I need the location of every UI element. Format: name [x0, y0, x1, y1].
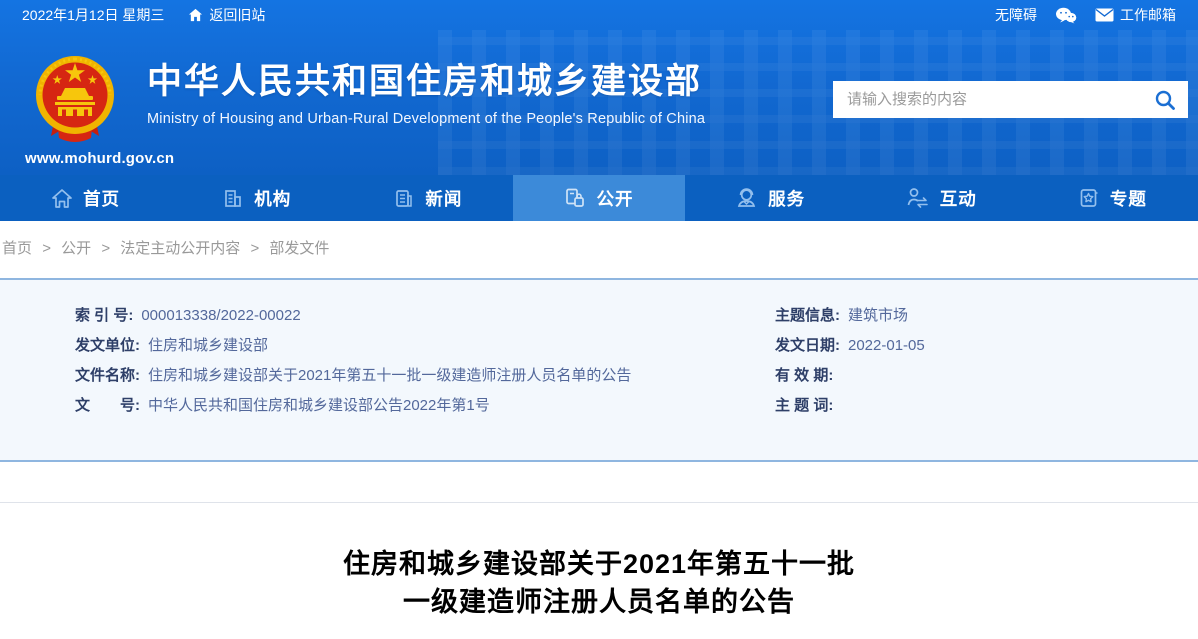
site-header: 2022年1月12日 星期三 返回旧站 无障碍 工作邮箱 www.mohurd.…	[0, 0, 1198, 175]
topbar: 2022年1月12日 星期三 返回旧站 无障碍 工作邮箱	[0, 0, 1198, 30]
nav-item-home[interactable]: 首页	[0, 175, 171, 221]
meta-value: 住房和城乡建设部关于2021年第五十一批一级建造师注册人员名单的公告	[148, 367, 632, 384]
article-title-line2: 一级建造师注册人员名单的公告	[403, 587, 795, 617]
meta-label: 发文单位:	[75, 337, 140, 354]
meta-value: 中华人民共和国住房和城乡建设部公告2022年第1号	[148, 397, 490, 414]
current-date: 2022年1月12日 星期三	[22, 7, 165, 23]
service-icon	[735, 187, 758, 209]
meta-row-issue-date: 发文日期: 2022-01-05	[775, 337, 1198, 355]
meta-value: 000013338/2022-00022	[141, 307, 301, 324]
meta-row-topic-info: 主题信息: 建筑市场	[775, 307, 1198, 325]
article-body: 住房和城乡建设部关于2021年第五十一批 一级建造师注册人员名单的公告	[0, 503, 1198, 621]
accessibility-link[interactable]: 无障碍	[995, 5, 1037, 25]
meta-row-index-number: 索 引 号: 000013338/2022-00022	[75, 307, 775, 325]
meta-row-subject-words: 主 题 词:	[775, 397, 1198, 415]
breadcrumb-separator: >	[101, 240, 111, 257]
nav-item-topics[interactable]: 专题	[1027, 175, 1198, 221]
meta-label: 发文日期:	[775, 337, 840, 354]
wechat-icon[interactable]	[1055, 7, 1077, 24]
breadcrumb: 首页 > 公开 > 法定主动公开内容 > 部发文件	[0, 221, 1198, 278]
building-icon	[222, 188, 244, 209]
nav-item-orgs[interactable]: 机构	[171, 175, 342, 221]
meta-row-document-number: 文 号: 中华人民共和国住房和城乡建设部公告2022年第1号	[75, 397, 775, 415]
article-title-line1: 住房和城乡建设部关于2021年第五十一批	[342, 549, 856, 579]
meta-value: 建筑市场	[848, 307, 909, 324]
nav-item-interaction[interactable]: 互动	[856, 175, 1027, 221]
search-box	[833, 81, 1188, 118]
metadata-left-column: 索 引 号: 000013338/2022-00022 发文单位: 住房和城乡建…	[0, 307, 775, 460]
meta-label: 文件名称:	[75, 367, 140, 384]
site-title-english: Ministry of Housing and Urban-Rural Deve…	[147, 111, 706, 127]
meta-row-issuing-unit: 发文单位: 住房和城乡建设部	[75, 337, 775, 355]
search-icon[interactable]	[1154, 89, 1176, 111]
home-icon	[51, 188, 73, 209]
article-title: 住房和城乡建设部关于2021年第五十一批 一级建造师注册人员名单的公告	[0, 545, 1198, 621]
breadcrumb-disclosure[interactable]: 公开	[61, 240, 91, 257]
topics-icon	[1078, 187, 1100, 209]
meta-label: 文 号:	[75, 397, 140, 414]
document-metadata-box: 索 引 号: 000013338/2022-00022 发文单位: 住房和城乡建…	[0, 278, 1198, 462]
breadcrumb-home[interactable]: 首页	[2, 240, 32, 257]
site-title: 中华人民共和国住房和城乡建设部	[147, 62, 703, 101]
national-emblem-logo	[25, 54, 125, 146]
breadcrumb-statutory-disclosure[interactable]: 法定主动公开内容	[120, 240, 240, 257]
metadata-right-column: 主题信息: 建筑市场 发文日期: 2022-01-05 有 效 期: 主 题 词…	[775, 307, 1198, 460]
nav-item-news[interactable]: 新闻	[342, 175, 513, 221]
envelope-icon	[1095, 8, 1114, 22]
main-nav: 首页 机构 新闻 公开 服务 互动 专题	[0, 175, 1198, 221]
nav-item-services[interactable]: 服务	[685, 175, 856, 221]
nav-item-disclosure[interactable]: 公开	[513, 175, 685, 221]
meta-row-document-name: 文件名称: 住房和城乡建设部关于2021年第五十一批一级建造师注册人员名单的公告	[75, 367, 775, 385]
search-input[interactable]	[847, 91, 1154, 108]
meta-label: 主 题 词:	[775, 397, 834, 414]
meta-label: 索 引 号:	[75, 307, 134, 324]
breadcrumb-separator: >	[250, 240, 260, 257]
meta-label: 有 效 期:	[775, 367, 834, 384]
work-mailbox-link[interactable]: 工作邮箱	[1095, 5, 1176, 25]
meta-row-validity-period: 有 效 期:	[775, 367, 1198, 385]
breadcrumb-separator: >	[42, 240, 51, 257]
home-glyph-icon	[188, 8, 203, 22]
meta-value: 住房和城乡建设部	[148, 337, 269, 354]
news-icon	[393, 188, 415, 209]
spacer	[0, 462, 1198, 502]
breadcrumb-ministry-documents[interactable]: 部发文件	[269, 240, 329, 257]
interaction-icon	[906, 187, 930, 209]
meta-value: 2022-01-05	[848, 337, 925, 354]
old-site-link[interactable]: 返回旧站	[188, 5, 265, 25]
meta-label: 主题信息:	[775, 307, 840, 324]
disclosure-icon	[564, 187, 586, 209]
site-url: www.mohurd.gov.cn	[25, 150, 175, 167]
